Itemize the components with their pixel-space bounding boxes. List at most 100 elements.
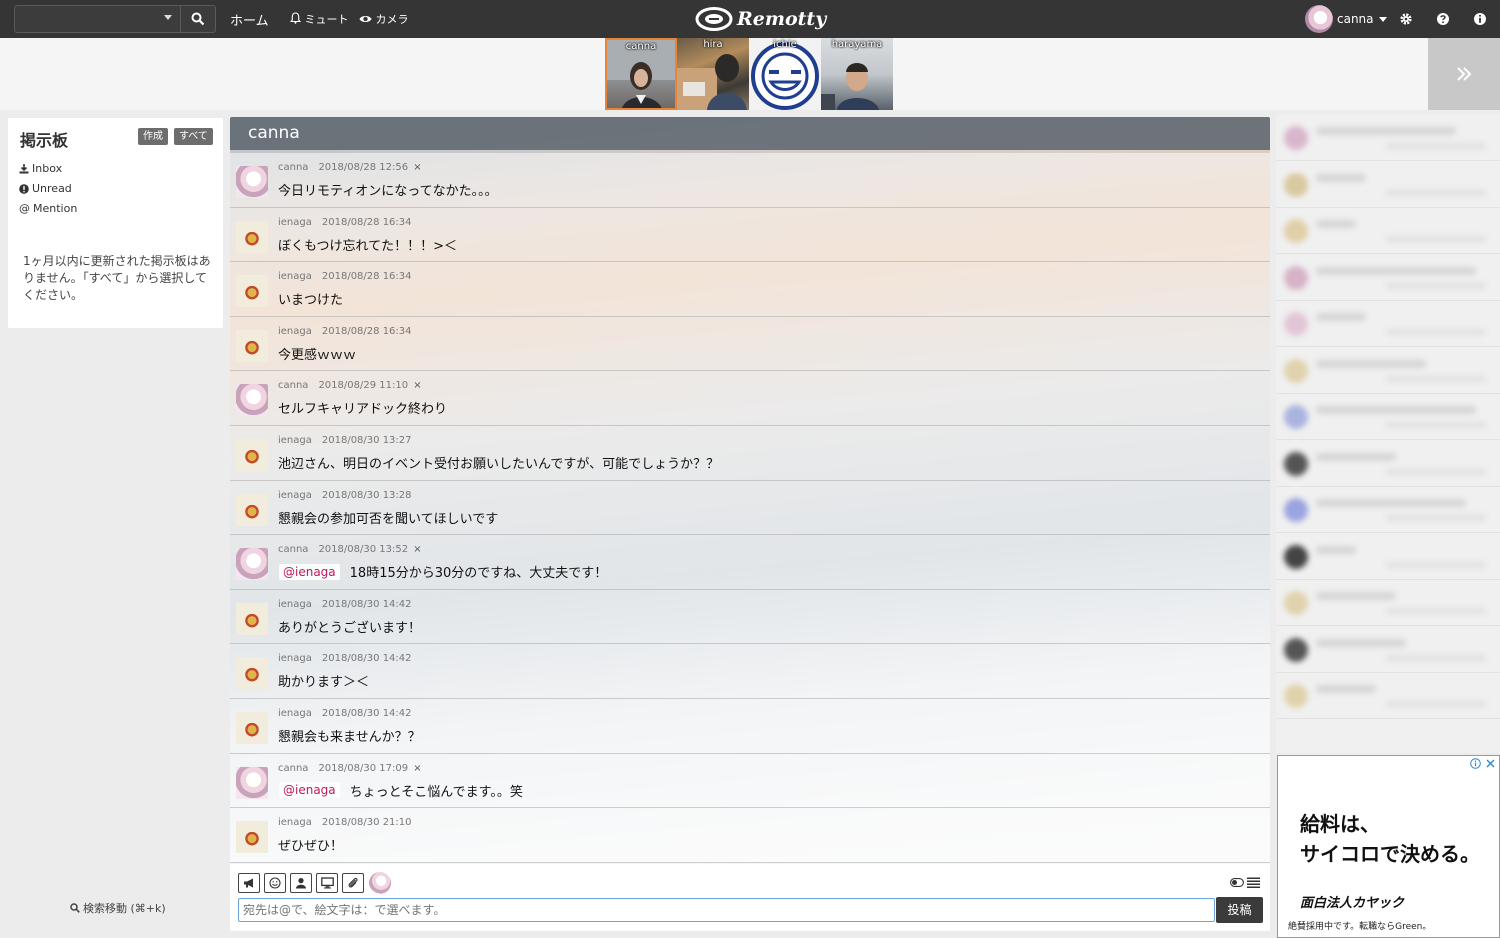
gear-icon[interactable]: [1398, 11, 1414, 27]
ad-choices[interactable]: [1470, 758, 1496, 769]
message-author[interactable]: canna: [278, 162, 308, 173]
message-author[interactable]: ienaga: [278, 490, 312, 501]
attach-button[interactable]: [342, 873, 364, 893]
delete-message-button[interactable]: ×: [413, 544, 421, 555]
user-menu[interactable]: canna: [1305, 4, 1387, 34]
message-author[interactable]: ienaga: [278, 217, 312, 228]
avatar[interactable]: [236, 275, 268, 308]
avatar[interactable]: [236, 166, 268, 198]
message-row[interactable]: canna 2018/08/29 11:10 × セルフキャリアドック終わり: [230, 371, 1270, 426]
activity-row[interactable]: [1276, 162, 1500, 208]
message-author[interactable]: ienaga: [278, 599, 312, 610]
board-item-inbox[interactable]: Inbox: [19, 162, 62, 175]
message-row[interactable]: canna 2018/08/30 13:52 × @ienaga 18時15分から30…: [230, 535, 1270, 590]
activity-row[interactable]: [1276, 394, 1500, 440]
delete-message-button[interactable]: ×: [413, 380, 421, 391]
nav-camera-link[interactable]: カメラ: [359, 11, 409, 27]
avatar[interactable]: [236, 766, 268, 799]
announce-button[interactable]: [238, 873, 260, 893]
message-timestamp: 2018/08/29 11:10: [318, 380, 409, 392]
avatar[interactable]: [236, 384, 268, 417]
expand-cameras-button[interactable]: [1428, 38, 1500, 110]
activity-row[interactable]: [1276, 255, 1500, 301]
advertisement[interactable]: 給料は、 サイコロで決める。 面白法人カヤック 絶賛採用中です。転職ならGree…: [1277, 755, 1500, 938]
message-author[interactable]: ienaga: [278, 653, 312, 664]
activity-row[interactable]: [1276, 301, 1500, 347]
message-row[interactable]: ienaga 2018/08/28 16:34 いまつけた: [230, 262, 1270, 317]
nav-home-link[interactable]: ホーム: [230, 10, 269, 29]
search-select[interactable]: [14, 5, 181, 33]
monitor-icon: [320, 877, 334, 889]
message-input[interactable]: [238, 898, 1215, 922]
board-item-mention[interactable]: @ Mention: [19, 202, 77, 215]
at-icon: @: [19, 202, 30, 215]
avatar: [369, 872, 391, 894]
camera-tile-ichie[interactable]: ichie: [749, 38, 821, 110]
message-row[interactable]: ienaga 2018/08/30 21:10 ぜひぜひ！: [230, 808, 1270, 863]
message-author[interactable]: ienaga: [278, 708, 312, 719]
user-button[interactable]: [290, 873, 312, 893]
composer-view-toggles[interactable]: [1230, 877, 1260, 888]
avatar[interactable]: [236, 548, 268, 581]
avatar[interactable]: [236, 329, 268, 362]
avatar[interactable]: [236, 602, 268, 635]
message-author[interactable]: ienaga: [278, 326, 312, 337]
avatar[interactable]: [236, 493, 268, 526]
message-text: ぼくもつけ忘れてた！！！>＜: [278, 238, 457, 254]
message-row[interactable]: ienaga 2018/08/30 14:42 懇親会も来ませんか？？: [230, 698, 1270, 754]
mention-tag[interactable]: @ienaga: [279, 782, 340, 799]
search-button[interactable]: [181, 5, 216, 33]
activity-row[interactable]: [1276, 534, 1500, 580]
message-row[interactable]: canna 2018/08/30 17:09 × @ienaga ちょっとそこ悩んでま…: [230, 753, 1270, 809]
activity-row[interactable]: [1276, 673, 1500, 719]
message-row[interactable]: ienaga 2018/08/28 16:34 今更感ｗｗｗ: [230, 316, 1270, 372]
message-row[interactable]: ienaga 2018/08/30 14:42 ありがとうございます！: [230, 589, 1270, 645]
message-timestamp: 2018/08/28 12:56: [318, 162, 409, 173]
nav-mute-link[interactable]: ミュート: [289, 11, 349, 27]
delete-message-button[interactable]: ×: [413, 162, 421, 173]
post-button[interactable]: 投稿: [1216, 897, 1263, 923]
screen-share-button[interactable]: [316, 873, 338, 893]
emoji-button[interactable]: [264, 873, 286, 893]
activity-row[interactable]: [1276, 580, 1500, 626]
delete-message-button[interactable]: ×: [413, 763, 421, 774]
message-row[interactable]: ienaga 2018/08/30 13:28 懇親会の参加可否を聞いてほしいです: [230, 480, 1270, 536]
activity-row[interactable]: [1276, 115, 1500, 161]
question-icon[interactable]: [1435, 11, 1451, 27]
avatar[interactable]: [236, 438, 268, 471]
message-row[interactable]: canna 2018/08/28 12:56 × 今日リモティオンになってなかた。。…: [230, 153, 1270, 208]
list-icon: [1247, 877, 1260, 888]
board-item-label: Inbox: [32, 162, 63, 175]
camera-tile-hira[interactable]: hira: [677, 38, 749, 110]
message-row[interactable]: ienaga 2018/08/28 16:34 ぼくもつけ忘れてた！！！>＜: [230, 207, 1270, 263]
toggle-icon: [1230, 878, 1244, 887]
smile-icon: [269, 877, 281, 889]
search-move-link[interactable]: 検索移動 (⌘+k): [70, 900, 166, 916]
message-author[interactable]: ienaga: [278, 271, 312, 282]
activity-row[interactable]: [1276, 441, 1500, 487]
info-icon[interactable]: [1472, 11, 1488, 27]
activity-row[interactable]: [1276, 348, 1500, 394]
avatar[interactable]: [236, 657, 268, 690]
message-meta: ienaga 2018/08/28 16:34: [278, 326, 412, 337]
message-author[interactable]: canna: [278, 544, 308, 555]
activity-row[interactable]: [1276, 487, 1500, 533]
avatar[interactable]: [236, 821, 268, 854]
activity-row[interactable]: [1276, 208, 1500, 254]
activity-row[interactable]: [1276, 627, 1500, 673]
message-row[interactable]: ienaga 2018/08/30 13:27 池辺さん、明日のイベント受付お願いし…: [230, 425, 1270, 481]
message-author[interactable]: canna: [278, 380, 308, 391]
board-item-unread[interactable]: Unread: [19, 182, 72, 195]
message-author[interactable]: ienaga: [278, 435, 312, 446]
message-author[interactable]: ienaga: [278, 817, 312, 828]
app-logo[interactable]: Remotty: [695, 5, 826, 33]
camera-tile-canna[interactable]: canna: [605, 38, 677, 110]
avatar[interactable]: [236, 711, 268, 744]
mention-tag[interactable]: @ienaga: [279, 563, 340, 580]
create-board-button[interactable]: 作成: [138, 128, 168, 145]
message-row[interactable]: ienaga 2018/08/30 14:42 助かります＞＜: [230, 644, 1270, 699]
message-author[interactable]: canna: [278, 763, 308, 774]
camera-tile-harayama[interactable]: harayama: [821, 38, 893, 110]
all-boards-button[interactable]: すべて: [174, 128, 213, 145]
avatar[interactable]: [236, 220, 268, 253]
